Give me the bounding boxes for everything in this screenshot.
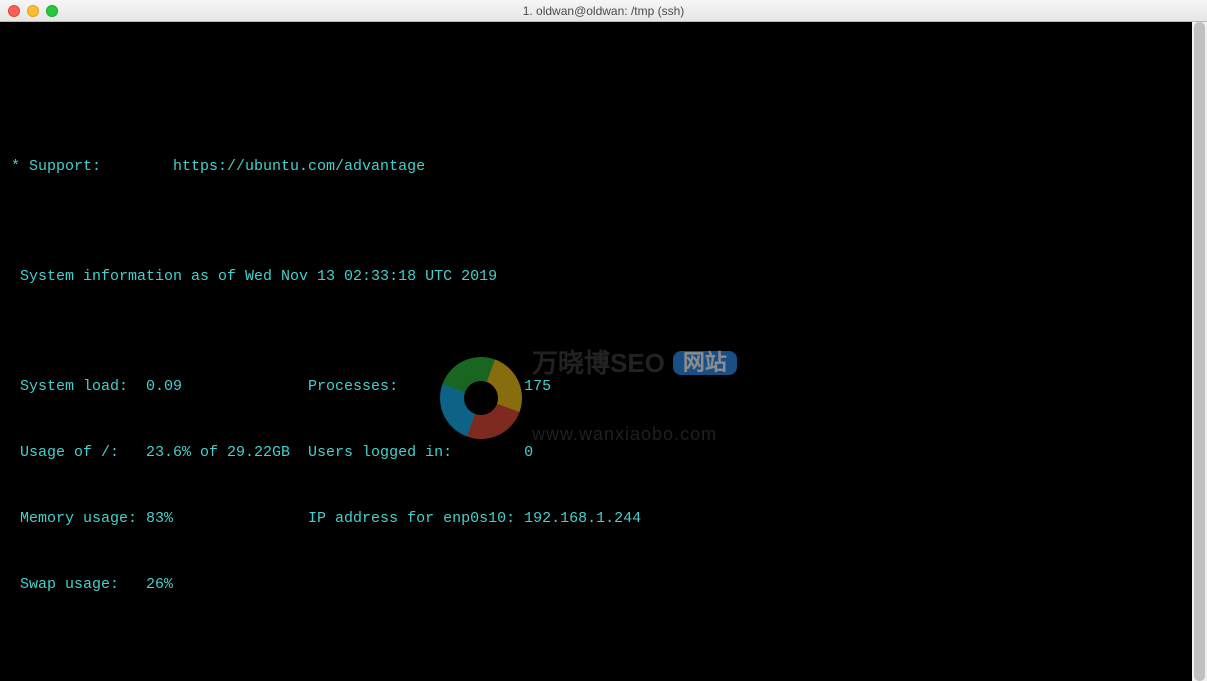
minimize-window-button[interactable]: [27, 5, 39, 17]
vertical-scrollbar[interactable]: [1192, 22, 1207, 681]
motd-line: Memory usage: 83% IP address for enp0s10…: [2, 508, 1205, 530]
motd-line: Swap usage: 26%: [2, 574, 1205, 596]
traffic-lights: [8, 5, 58, 17]
motd-line: System information as of Wed Nov 13 02:3…: [2, 266, 1205, 288]
watermark-badge: 网站: [673, 351, 737, 375]
close-window-button[interactable]: [8, 5, 20, 17]
terminal-area[interactable]: 万晓博SEO 网站 www.wanxiaobo.com * Support: h…: [0, 22, 1207, 681]
motd-line: Usage of /: 23.6% of 29.22GB Users logge…: [2, 442, 1205, 464]
window-titlebar: 1. oldwan@oldwan: /tmp (ssh): [0, 0, 1207, 22]
watermark-text: 万晓博SEO: [532, 352, 665, 374]
scrollbar-thumb[interactable]: [1194, 22, 1205, 681]
window-title: 1. oldwan@oldwan: /tmp (ssh): [0, 4, 1207, 18]
maximize-window-button[interactable]: [46, 5, 58, 17]
motd-line: * Support: https://ubuntu.com/advantage: [2, 156, 1205, 178]
motd-line: System load: 0.09 Processes: 175: [2, 376, 1205, 398]
watermark-logo-icon: [440, 357, 522, 439]
